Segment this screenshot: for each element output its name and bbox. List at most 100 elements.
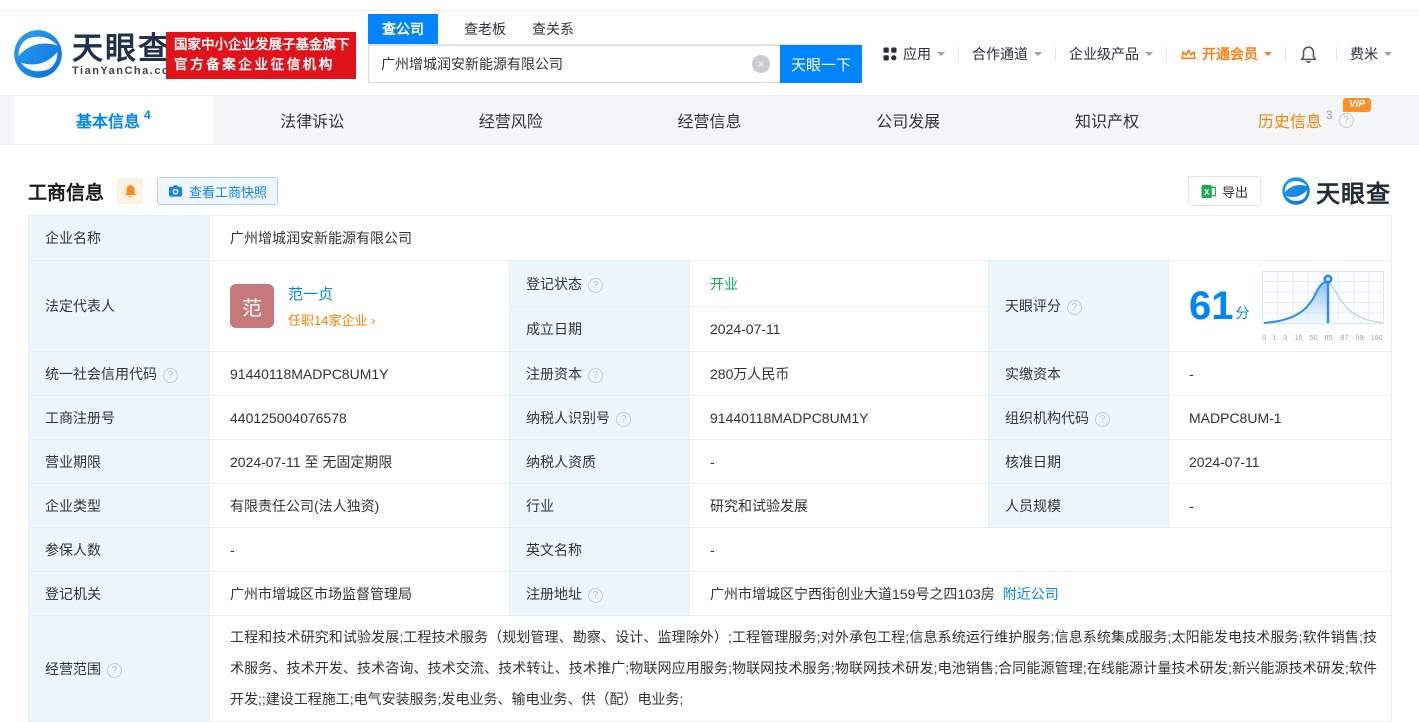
search-tab-boss[interactable]: 查老板 xyxy=(464,14,506,44)
help-icon[interactable] xyxy=(588,367,603,383)
business-scope-value: 工程和技术研究和试验发展;工程技术服务（规划管理、勘察、设计、监理除外）;工程管… xyxy=(208,615,1393,722)
score-unit: 分 xyxy=(1235,305,1250,321)
legal-rep-value: 范 范一贞 任职14家企业 › xyxy=(209,260,510,352)
nav-user-menu[interactable]: 费米 xyxy=(1350,44,1392,64)
table-row: 登记机关 广州市增城区市场监督管理局 注册地址 广州市增城区宁西街创业大道159… xyxy=(28,571,1393,616)
tab-count: 3 xyxy=(1325,108,1333,122)
chevron-down-icon xyxy=(1264,52,1272,60)
legal-rep-positions-link[interactable]: 任职14家企业 › xyxy=(288,310,375,329)
badge-line2: 官方备案企业征信机构 xyxy=(174,57,335,72)
help-icon[interactable] xyxy=(107,662,122,678)
badge-line1: 国家中小企业发展子基金旗下 xyxy=(174,37,350,52)
insured-count-label: 参保人数 xyxy=(28,527,210,572)
nav-enterprise-products[interactable]: 企业级产品 xyxy=(1069,44,1153,64)
search-tab-company[interactable]: 查公司 xyxy=(368,14,438,44)
clear-icon[interactable] xyxy=(752,55,770,73)
nav-cooperation[interactable]: 合作通道 xyxy=(972,44,1042,64)
table-row: 法定代表人 范 范一贞 任职14家企业 › 登记状态 开业 天眼评分 61 分 xyxy=(28,260,1393,352)
company-name-value: 广州增城润安新能源有限公司 xyxy=(208,215,1393,261)
reg-status-label: 登记状态 xyxy=(509,260,690,307)
tab-operating-risk[interactable]: 经营风险 xyxy=(411,96,610,144)
top-divider xyxy=(0,10,1419,11)
brand-certification-badge: 国家中小企业发展子基金旗下 官方备案企业征信机构 xyxy=(166,32,356,79)
help-icon[interactable] xyxy=(588,587,603,603)
apps-grid-icon xyxy=(883,47,897,61)
tab-intellectual-property[interactable]: 知识产权 xyxy=(1008,96,1207,144)
search-tab-relation[interactable]: 查关系 xyxy=(532,14,574,44)
section-header: 工商信息 查看工商快照 X 导出 天眼查 xyxy=(28,172,1391,210)
nearby-companies-link[interactable]: 附近公司 xyxy=(1003,586,1059,602)
table-row: 企业名称 广州增城润安新能源有限公司 xyxy=(28,215,1393,261)
reg-status-value: 开业 xyxy=(689,260,989,307)
export-button[interactable]: X 导出 xyxy=(1187,176,1261,206)
help-icon[interactable] xyxy=(616,411,631,427)
reg-number-label: 工商注册号 xyxy=(28,395,210,440)
taxpayer-qualification-value: - xyxy=(689,439,989,484)
industry-label: 行业 xyxy=(509,483,690,528)
legal-rep-name-link[interactable]: 范一贞 xyxy=(288,283,375,304)
english-name-label: 英文名称 xyxy=(509,527,690,572)
nav-notifications[interactable] xyxy=(1299,45,1323,64)
taxpayer-id-value: 91440118MADPC8UM1Y xyxy=(689,395,989,440)
help-icon[interactable] xyxy=(1338,112,1354,128)
score-number: 61 xyxy=(1189,284,1234,328)
help-icon[interactable] xyxy=(163,367,178,383)
org-code-value: MADPC8UM-1 xyxy=(1167,395,1393,440)
help-icon[interactable] xyxy=(1095,411,1110,427)
help-icon[interactable] xyxy=(1067,300,1082,315)
subscribe-bell-button[interactable] xyxy=(117,178,144,204)
reg-authority-value: 广州市增城区市场监督管理局 xyxy=(209,571,510,616)
watermark-logo: 天眼查 xyxy=(1281,174,1391,209)
tab-business-info[interactable]: 经营信息 xyxy=(610,96,809,144)
staff-size-label: 人员规模 xyxy=(988,483,1169,528)
svg-text:X: X xyxy=(1204,186,1210,196)
help-icon[interactable] xyxy=(588,277,603,293)
business-scope-label: 经营范围 xyxy=(28,615,210,722)
search-input[interactable] xyxy=(368,45,780,83)
tianyancha-logo-icon xyxy=(1282,177,1310,205)
tab-history-info[interactable]: VIP 历史信息 3 xyxy=(1206,96,1405,144)
taxpayer-qualification-label: 纳税人资质 xyxy=(509,439,690,484)
reg-address-value: 广州市增城区宁西街创业大道159号之四103房 附近公司 xyxy=(688,571,1393,616)
section-title: 工商信息 xyxy=(28,182,105,204)
paid-capital-label: 实缴资本 xyxy=(988,351,1169,396)
search-area: 查公司 查老板 查关系 天眼一下 xyxy=(368,14,862,83)
search-button[interactable]: 天眼一下 xyxy=(780,45,862,83)
tab-basic-info[interactable]: 基本信息 4 xyxy=(14,96,213,144)
nav-apps[interactable]: 应用 xyxy=(882,44,945,64)
credit-code-label: 统一社会信用代码 xyxy=(28,351,210,396)
score-value: 61 分 0 1 3 15 50 85 97 99 100 xyxy=(1167,260,1393,352)
nav-divider xyxy=(958,47,959,61)
legal-rep-avatar[interactable]: 范 xyxy=(230,284,274,328)
table-row: 参保人数 - 英文名称 - xyxy=(28,527,1393,572)
insured-count-value: - xyxy=(209,527,510,572)
reg-address-label: 注册地址 xyxy=(509,571,690,616)
table-row: 企业类型 有限责任公司(法人独资) 行业 研究和试验发展 人员规模 - xyxy=(28,483,1393,528)
nav-divider xyxy=(1285,47,1286,61)
chevron-down-icon xyxy=(1145,52,1153,60)
approval-date-value: 2024-07-11 xyxy=(1167,439,1393,484)
nav-open-vip[interactable]: 开通会员 xyxy=(1180,44,1272,64)
search-tabs: 查公司 查老板 查关系 xyxy=(368,14,862,45)
org-code-label: 组织机构代码 xyxy=(988,395,1169,440)
tab-company-development[interactable]: 公司发展 xyxy=(809,96,1008,144)
reg-capital-label: 注册资本 xyxy=(509,351,690,396)
business-snapshot-button[interactable]: 查看工商快照 xyxy=(157,177,279,205)
table-row: 经营范围 工程和技术研究和试验发展;工程技术服务（规划管理、勘察、设计、监理除外… xyxy=(28,615,1393,722)
reg-capital-value: 280万人民币 xyxy=(689,351,989,396)
score-axis: 0 1 3 15 50 85 97 99 100 xyxy=(1261,332,1383,342)
crown-icon xyxy=(1181,48,1196,59)
tianyancha-logo-icon xyxy=(14,30,62,78)
credit-code-value: 91440118MADPC8UM1Y xyxy=(209,351,510,396)
business-info-table: 企业名称 广州增城润安新能源有限公司 法定代表人 范 范一贞 任职14家企业 ›… xyxy=(28,215,1393,722)
legal-rep-label: 法定代表人 xyxy=(28,260,210,352)
page-tabbar: 基本信息 4 法律诉讼 经营风险 经营信息 公司发展 知识产权 VIP 历史信息… xyxy=(0,95,1419,145)
staff-size-value: - xyxy=(1167,483,1393,528)
tianyancha-logo[interactable]: 天眼查 TianYanCha.com xyxy=(12,28,181,80)
approval-date-label: 核准日期 xyxy=(988,439,1169,484)
reg-authority-label: 登记机关 xyxy=(28,571,210,616)
chevron-down-icon xyxy=(1384,52,1392,60)
vip-badge: VIP xyxy=(1342,98,1372,112)
tab-legal-proceedings[interactable]: 法律诉讼 xyxy=(213,96,412,144)
taxpayer-id-label: 纳税人识别号 xyxy=(509,395,690,440)
